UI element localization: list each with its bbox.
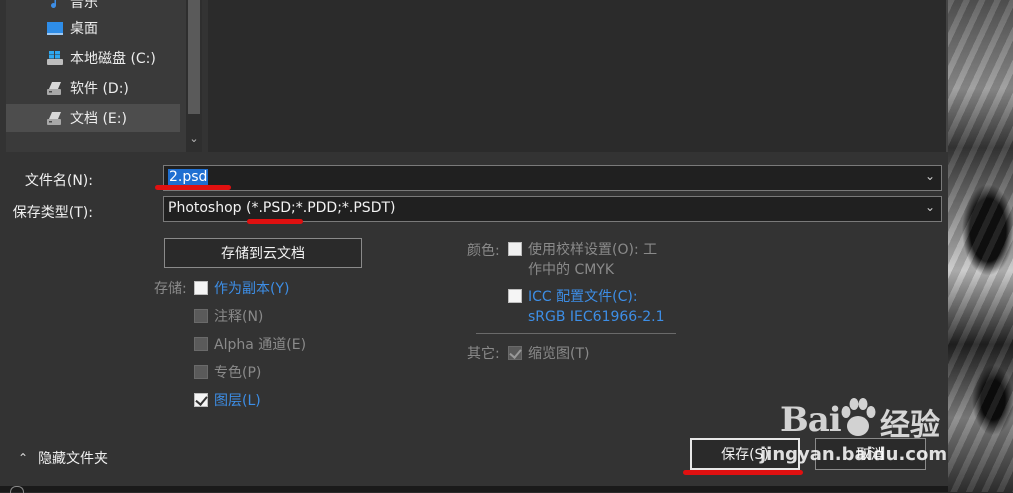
checkbox-label: 作为副本(Y) — [214, 281, 290, 297]
filetype-label: 保存类型(T): — [12, 205, 93, 221]
notes-checkbox: 注释(N) — [194, 306, 263, 326]
paw-icon — [841, 398, 876, 436]
icc-profile-checkbox[interactable]: ICC 配置文件(C): sRGB IEC61966-2.1 — [508, 287, 665, 327]
filetype-value: Photoshop (*.PSD;*.PDD;*.PSDT) — [168, 200, 396, 216]
background-photo — [948, 0, 1013, 492]
nav-item-drive-d[interactable]: 软件 (D:) — [6, 74, 180, 102]
nav-item-label: 音乐 — [70, 0, 98, 11]
nav-item-drive-c[interactable]: 本地磁盘 (C:) — [6, 44, 180, 72]
checkbox-box — [508, 242, 522, 256]
filename-value: 2.psd — [168, 169, 209, 185]
section-divider — [476, 333, 676, 334]
file-list-area[interactable] — [208, 0, 948, 152]
checkbox-label: 专色(P) — [214, 365, 262, 381]
dialog-bottom-strip — [0, 486, 948, 492]
watermark-brand-a: Bai — [780, 400, 842, 440]
nav-item-label: 软件 (D:) — [70, 81, 129, 97]
hide-folders-label: 隐藏文件夹 — [38, 451, 109, 467]
checkbox-label: 注释(N) — [214, 309, 264, 325]
filename-label: 文件名(N): — [24, 173, 93, 189]
checkbox-box[interactable] — [194, 393, 208, 407]
nav-scrollbar[interactable]: ⌄ — [186, 0, 202, 152]
drive-icon — [47, 112, 61, 125]
filename-input[interactable]: 2.psd ⌄ — [163, 165, 942, 191]
storage-label: 存储: — [154, 281, 187, 297]
save-button[interactable]: 保存(S) — [690, 438, 800, 470]
scroll-down-arrow-icon[interactable]: ⌄ — [187, 132, 201, 146]
checkbox-box[interactable] — [194, 281, 208, 295]
color-label: 颜色: — [467, 243, 500, 259]
thumbnail-checkbox: 缩览图(T) — [508, 343, 589, 363]
checkbox-box — [194, 337, 208, 351]
checkbox-label: ICC 配置文件(C): sRGB IEC61966-2.1 — [528, 289, 665, 325]
scrollbar-thumb[interactable] — [188, 0, 200, 114]
cancel-button[interactable]: 取消 — [815, 438, 926, 470]
annotation-underline — [683, 470, 803, 475]
as-copy-checkbox[interactable]: 作为副本(Y) — [194, 278, 289, 298]
checkbox-box — [508, 346, 522, 360]
nav-item-label: 桌面 — [70, 21, 98, 37]
chevron-up-icon: ⌃ — [18, 451, 29, 465]
desktop-icon — [47, 22, 63, 35]
checkbox-box — [194, 309, 208, 323]
music-icon — [51, 0, 56, 8]
alpha-channels-checkbox: Alpha 通道(E) — [194, 334, 306, 354]
other-label: 其它: — [467, 346, 500, 362]
checkbox-label: Alpha 通道(E) — [214, 337, 307, 353]
checkbox-label: 图层(L) — [214, 393, 261, 409]
use-proof-setup-checkbox: 使用校样设置(O): 工 作中的 CMYK — [508, 240, 657, 280]
chevron-down-icon[interactable]: ⌄ — [925, 200, 935, 214]
nav-item-desktop[interactable]: 桌面 — [6, 14, 180, 42]
checkbox-box[interactable] — [508, 289, 522, 303]
navigation-pane: 音乐 桌面 本地磁盘 (C:) 软件 (D:) 文档 (E:) ⌄ — [6, 0, 202, 152]
layers-checkbox[interactable]: 图层(L) — [194, 390, 261, 410]
save-as-dialog: 音乐 桌面 本地磁盘 (C:) 软件 (D:) 文档 (E:) ⌄ 文件名(N)… — [0, 0, 948, 486]
nav-item-drive-e[interactable]: 文档 (E:) — [6, 104, 180, 132]
chevron-down-icon[interactable]: ⌄ — [925, 169, 935, 183]
drive-icon — [47, 82, 61, 95]
nav-item-label: 文档 (E:) — [70, 111, 127, 127]
spot-colors-checkbox: 专色(P) — [194, 362, 261, 382]
annotation-underline — [155, 185, 231, 190]
save-to-cloud-button[interactable]: 存储到云文档 — [164, 238, 362, 268]
annotation-underline — [247, 219, 303, 224]
windows-drive-icon — [47, 51, 63, 65]
checkbox-box — [194, 365, 208, 379]
checkbox-label: 缩览图(T) — [528, 346, 590, 362]
hide-folders-toggle[interactable]: ⌃ 隐藏文件夹 — [18, 448, 108, 468]
file-list-border — [946, 0, 948, 152]
checkbox-label: 使用校样设置(O): 工 作中的 CMYK — [528, 242, 658, 278]
nav-item-label: 本地磁盘 (C:) — [70, 51, 156, 67]
